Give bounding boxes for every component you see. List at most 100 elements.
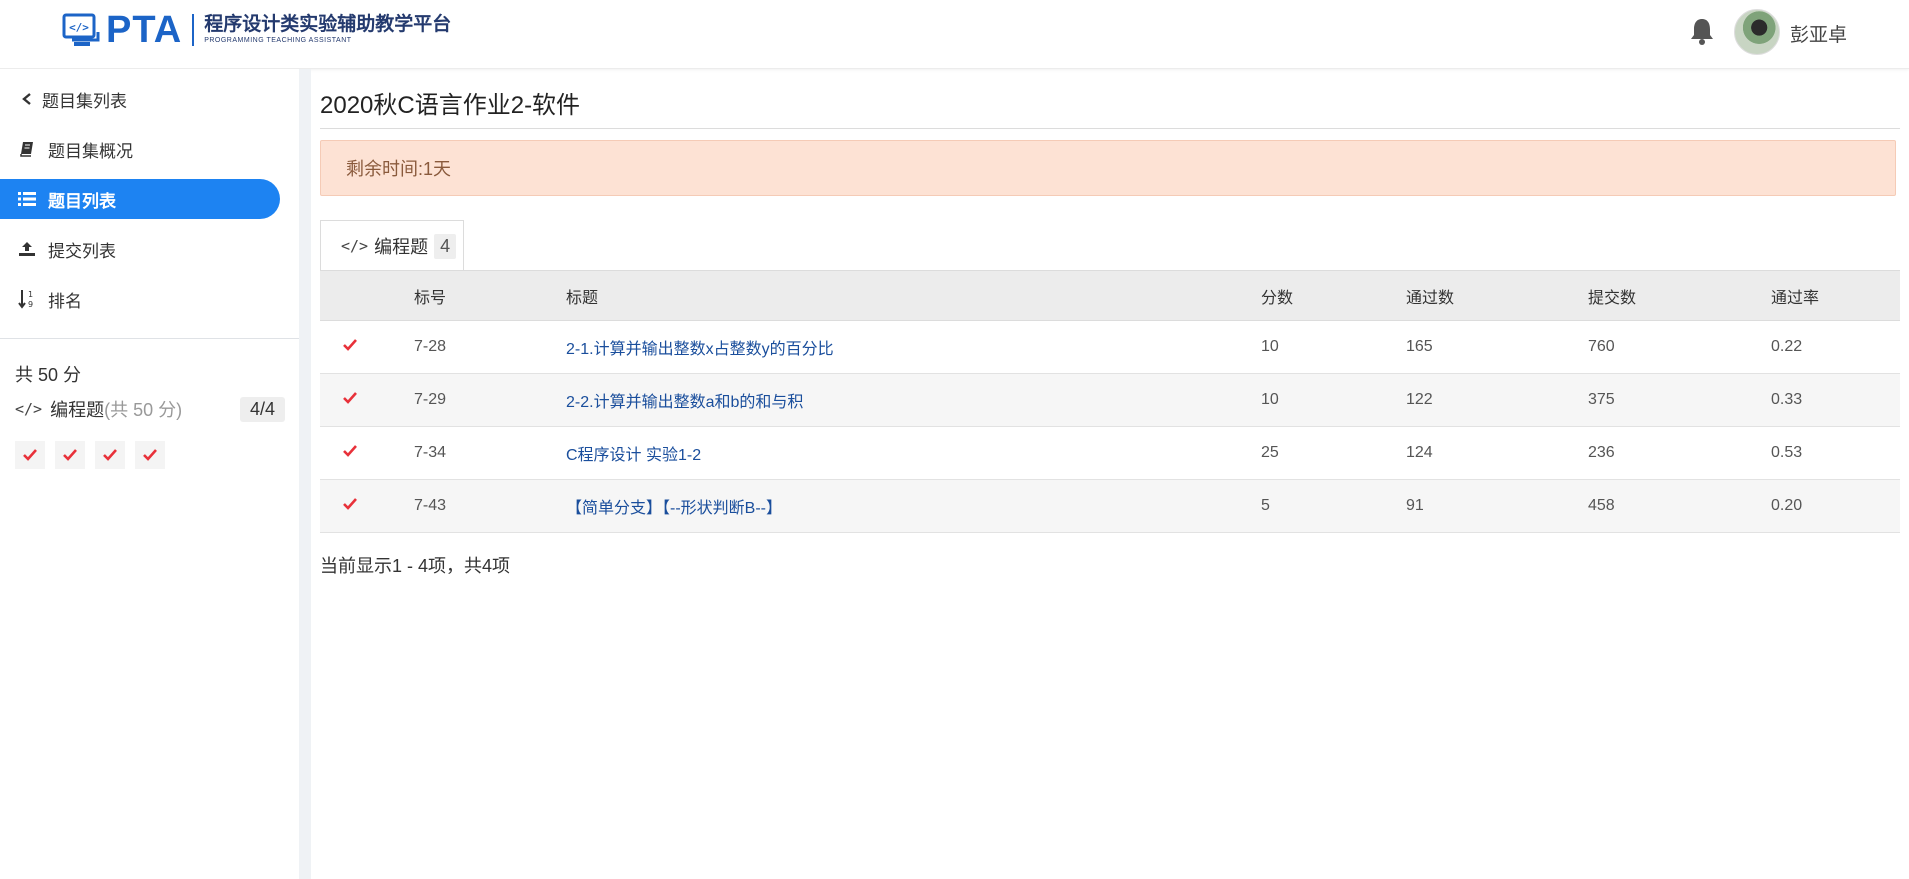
problem-score: 5 xyxy=(1260,479,1405,533)
total-score: 共 50 分 xyxy=(15,365,82,385)
column-header-score[interactable]: 分数 xyxy=(1260,270,1405,321)
code-monitor-icon: </> xyxy=(62,13,100,46)
top-header: </> PTA 程序设计类实验辅助教学平台 PROGRAMMING TEACHI… xyxy=(0,0,1909,69)
problem-rate: 0.33 xyxy=(1770,373,1900,427)
time-remaining-alert: 剩余时间:1天 xyxy=(320,140,1896,196)
page-title: 2020秋C语言作业2-软件 xyxy=(320,92,581,119)
table-row[interactable]: 7-28 2-1.计算并输出整数x占整数y的百分比 10 165 760 0.2… xyxy=(320,320,1900,374)
problem-title-link[interactable]: 2-2.计算并输出整数a和b的和与积 xyxy=(566,394,803,411)
check-icon xyxy=(343,444,357,457)
sidebar-item-label: 提交列表 xyxy=(48,241,116,261)
sidebar-item-problem-list[interactable]: 题目列表 xyxy=(0,179,280,219)
problem-status-accepted[interactable] xyxy=(135,441,165,469)
problem-status-accepted[interactable] xyxy=(15,441,45,469)
category-summary: </> 编程题 (共 50 分) 4/4 xyxy=(15,394,285,424)
sidebar-item-label: 题目列表 xyxy=(48,191,116,211)
problem-status-accepted[interactable] xyxy=(55,441,85,469)
sidebar-item-label: 题目集列表 xyxy=(42,91,127,111)
svg-text:9: 9 xyxy=(28,300,33,309)
sidebar-divider xyxy=(0,338,299,339)
problem-title-cell: 2-1.计算并输出整数x占整数y的百分比 xyxy=(565,320,1260,374)
svg-text:</>: </> xyxy=(69,21,89,34)
problem-id: 7-43 xyxy=(413,479,565,533)
problem-submitted: 236 xyxy=(1587,426,1770,480)
problem-passed: 124 xyxy=(1405,426,1587,480)
category-score: (共 50 分) xyxy=(104,400,183,420)
table-header-row: 标号 标题 分数 通过数 提交数 通过率 xyxy=(320,270,1900,321)
sort-numeric-icon: 19 xyxy=(18,290,36,309)
column-header-id[interactable]: 标号 xyxy=(413,270,565,321)
tab-programming[interactable]: </> 编程题 4 xyxy=(320,220,464,271)
problem-title-cell: 【简单分支】【--形状判断B--】 xyxy=(565,479,1260,533)
logo-divider xyxy=(192,14,195,46)
tab-count-badge: 4 xyxy=(434,233,457,259)
problem-rate: 0.53 xyxy=(1770,426,1900,480)
problem-title-link[interactable]: C程序设计 实验1-2 xyxy=(566,447,701,464)
column-header-passed[interactable]: 通过数 xyxy=(1405,270,1587,321)
problem-title-cell: 2-2.计算并输出整数a和b的和与积 xyxy=(565,373,1260,427)
problem-id: 7-29 xyxy=(413,373,565,427)
list-icon xyxy=(18,190,36,208)
code-icon: </> xyxy=(15,400,43,418)
problem-rate: 0.22 xyxy=(1770,320,1900,374)
problem-status-list xyxy=(15,441,165,469)
table-row[interactable]: 7-29 2-2.计算并输出整数a和b的和与积 10 122 375 0.33 xyxy=(320,373,1900,427)
problem-status-accepted[interactable] xyxy=(95,441,125,469)
table-row[interactable]: 7-34 C程序设计 实验1-2 25 124 236 0.53 xyxy=(320,426,1900,480)
column-header-rate[interactable]: 通过率 xyxy=(1770,270,1900,321)
svg-text:1: 1 xyxy=(28,290,33,299)
logo-english-name: PROGRAMMING TEACHING ASSISTANT xyxy=(204,37,352,44)
sidebar-item-problem-sets[interactable]: 题目集列表 xyxy=(0,79,280,119)
username[interactable]: 彭亚卓 xyxy=(1790,20,1847,47)
problem-passed: 122 xyxy=(1405,373,1587,427)
chevron-left-icon xyxy=(18,90,36,108)
problem-rate: 0.20 xyxy=(1770,479,1900,533)
check-icon xyxy=(23,449,37,461)
code-icon: </> xyxy=(341,237,369,255)
bell-icon[interactable] xyxy=(1688,16,1716,46)
logo-subtitle: 程序设计类实验辅助教学平台 PROGRAMMING TEACHING ASSIS… xyxy=(204,14,451,46)
logo-pta-text: PTA xyxy=(106,8,183,51)
problem-score: 10 xyxy=(1260,373,1405,427)
sidebar-item-ranking[interactable]: 19 排名 xyxy=(0,279,280,319)
title-divider xyxy=(320,128,1900,129)
check-icon xyxy=(63,449,77,461)
pta-logo[interactable]: </> PTA 程序设计类实验辅助教学平台 PROGRAMMING TEACHI… xyxy=(62,8,451,51)
problem-submitted: 375 xyxy=(1587,373,1770,427)
column-header-title[interactable]: 标题 xyxy=(565,270,1260,321)
problem-id: 7-28 xyxy=(413,320,565,374)
problem-score: 10 xyxy=(1260,320,1405,374)
problem-passed: 165 xyxy=(1405,320,1587,374)
tab-label: 编程题 xyxy=(374,237,429,257)
avatar[interactable] xyxy=(1734,9,1780,55)
status-cell xyxy=(320,320,413,374)
category-label: 编程题 xyxy=(50,400,105,420)
check-icon xyxy=(143,449,157,461)
sidebar-item-label: 排名 xyxy=(48,291,82,311)
problem-id: 7-34 xyxy=(413,426,565,480)
sidebar-item-overview[interactable]: 题目集概况 xyxy=(0,129,280,169)
problem-table: 标号 标题 分数 通过数 提交数 通过率 7-28 2-1.计算并输出整数x占整… xyxy=(320,270,1900,533)
problem-title-link[interactable]: 2-1.计算并输出整数x占整数y的百分比 xyxy=(566,341,834,358)
status-cell xyxy=(320,479,413,533)
alert-text: 剩余时间:1天 xyxy=(346,159,452,179)
check-icon xyxy=(343,338,357,351)
sidebar-border xyxy=(299,69,311,879)
status-cell xyxy=(320,373,413,427)
problem-score: 25 xyxy=(1260,426,1405,480)
check-icon xyxy=(343,391,357,404)
sidebar: 题目集列表 题目集概况 题目列表 提交列表 19 排名 共 50 分 </> 编… xyxy=(0,69,299,879)
book-icon xyxy=(18,140,36,158)
status-header xyxy=(320,270,413,321)
table-row[interactable]: 7-43 【简单分支】【--形状判断B--】 5 91 458 0.20 xyxy=(320,479,1900,533)
check-icon xyxy=(343,497,357,510)
problem-submitted: 458 xyxy=(1587,479,1770,533)
problem-submitted: 760 xyxy=(1587,320,1770,374)
category-count-badge: 4/4 xyxy=(239,396,285,422)
sidebar-item-submissions[interactable]: 提交列表 xyxy=(0,229,280,269)
problem-title-cell: C程序设计 实验1-2 xyxy=(565,426,1260,480)
column-header-submitted[interactable]: 提交数 xyxy=(1587,270,1770,321)
upload-icon xyxy=(18,240,36,258)
pagination-summary: 当前显示1 - 4项，共4项 xyxy=(320,556,511,576)
problem-title-link[interactable]: 【简单分支】【--形状判断B--】 xyxy=(566,500,782,517)
